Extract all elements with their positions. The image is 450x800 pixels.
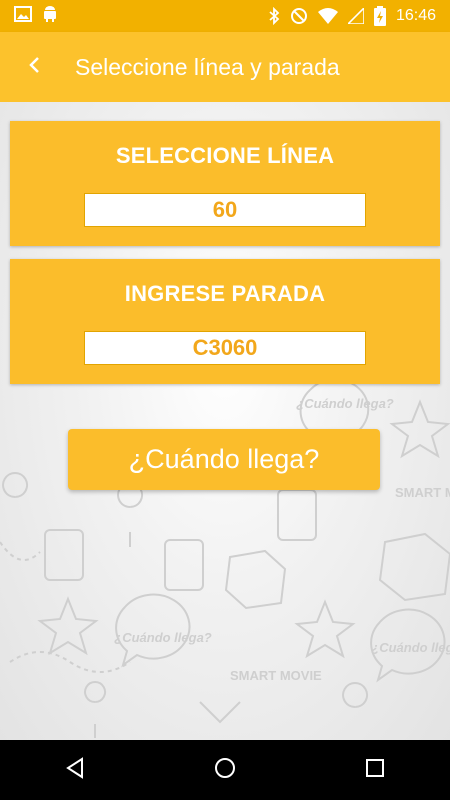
image-icon (14, 5, 32, 27)
signal-icon (347, 8, 364, 24)
bubble-text-2: ¿Cuándo llega? (114, 630, 212, 645)
status-bar: 16:46 (0, 0, 450, 32)
stop-field[interactable]: C3060 (84, 331, 366, 365)
nav-home-button[interactable] (195, 745, 255, 795)
line-card-title: SELECCIONE LÍNEA (115, 143, 335, 168)
bluetooth-icon (268, 7, 280, 25)
app-bar: Seleccione línea y parada (0, 32, 450, 102)
battery-icon (373, 6, 386, 26)
back-arrow-icon (28, 55, 42, 80)
when-arrives-button[interactable]: ¿Cuándo llega? (68, 429, 380, 490)
nav-back-button[interactable] (45, 745, 105, 795)
navigation-bar (0, 740, 450, 800)
main-content: ¿Cuándo llega? ¿Cuándo llega? ¿Cuándo ll… (0, 102, 450, 740)
brand-watermark-1: SMART MOVIE (230, 668, 322, 683)
do-not-disturb-icon (290, 7, 308, 25)
nav-recents-icon (365, 758, 385, 783)
nav-back-icon (64, 756, 86, 784)
nav-home-icon (213, 756, 237, 785)
bubble-text-1: ¿Cuándo llega? (296, 396, 394, 411)
line-field[interactable]: 60 (84, 193, 366, 227)
status-time: 16:46 (395, 7, 436, 24)
stop-card-title: INGRESE PARADA (124, 281, 326, 306)
bubble-text-3: ¿Cuándo llega? (371, 640, 450, 655)
brand-watermark-2: SMART MOVIE (395, 485, 450, 500)
stop-card: INGRESE PARADA C3060 (10, 259, 440, 384)
page-title: Seleccione línea y parada (75, 53, 340, 80)
nav-recents-button[interactable] (345, 745, 405, 795)
back-button[interactable] (0, 32, 70, 102)
line-card: SELECCIONE LÍNEA 60 (10, 121, 440, 246)
android-icon (42, 5, 58, 28)
wifi-icon (317, 8, 338, 24)
